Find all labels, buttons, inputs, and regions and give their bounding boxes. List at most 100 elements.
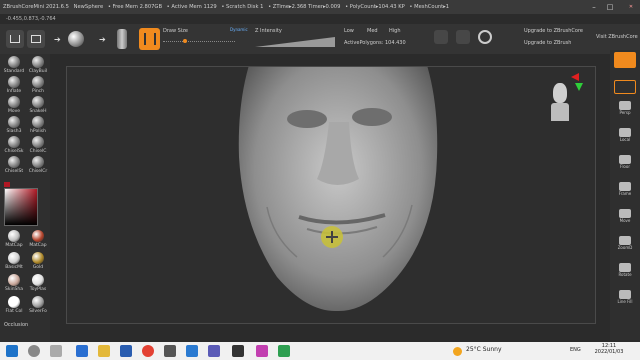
accent-tool-button[interactable]	[614, 52, 636, 68]
edge-icon[interactable]	[76, 345, 88, 357]
material-flatcolor[interactable]: Flat Col	[3, 296, 25, 320]
material-sphere-icon	[8, 230, 20, 242]
upgrade-core-link[interactable]: Upgrade to ZBrushCore	[524, 28, 583, 34]
language-indicator[interactable]: ENG	[570, 347, 581, 353]
persp-button[interactable]: Persp	[615, 100, 635, 122]
shelf-icon	[619, 128, 631, 137]
app-icon-2[interactable]	[278, 345, 290, 357]
rotate-button[interactable]: Rotate	[615, 262, 635, 284]
chrome-icon[interactable]	[142, 345, 154, 357]
brush-chisel-cr[interactable]: ChiselCr	[27, 156, 49, 180]
material-sphere-icon	[8, 252, 20, 264]
brush-label: ChiselC	[29, 149, 47, 154]
camera-icon[interactable]	[478, 30, 492, 44]
med-button[interactable]: Med	[367, 28, 378, 34]
material-silverfoil[interactable]: SilverFo	[27, 296, 49, 320]
document-button[interactable]	[456, 30, 470, 44]
nav-gizmo[interactable]	[545, 69, 583, 127]
home-button[interactable]	[6, 30, 24, 48]
z-intensity-slider[interactable]	[255, 37, 335, 47]
material-label: ToyPlas	[29, 287, 47, 292]
shelf-icon	[619, 236, 631, 245]
file-explorer-icon[interactable]	[98, 345, 110, 357]
minimize-icon[interactable]: –	[587, 0, 601, 14]
teams-icon[interactable]	[208, 345, 220, 357]
zbrush-icon[interactable]	[232, 345, 244, 357]
material-basic[interactable]: BasicMt	[3, 252, 25, 276]
low-button[interactable]: Low	[344, 28, 354, 34]
material-toyplastic[interactable]: ToyPlas	[27, 274, 49, 298]
lightbox-button[interactable]	[27, 30, 45, 48]
brush-icon	[32, 76, 44, 88]
windows-taskbar: 25°C Sunny ENG 12:11 2022/01/03	[0, 342, 640, 360]
accent-tool-button-2[interactable]	[614, 80, 636, 94]
taskbar-date: 2022/01/03	[594, 349, 624, 355]
canvas-viewport[interactable]	[66, 53, 596, 324]
brush-icon	[8, 116, 20, 128]
brush-label: Pinch	[31, 89, 45, 94]
color-picker[interactable]	[4, 188, 38, 226]
left-eye	[287, 110, 327, 128]
draw-size-slider[interactable]	[163, 38, 235, 46]
material-gold[interactable]: Gold	[27, 252, 49, 276]
free-mem: • Free Mem 2.807GB	[107, 4, 163, 10]
project-name: NewSphere	[73, 4, 104, 10]
cylinder-icon[interactable]	[117, 29, 127, 49]
brush-label: ChiselSt	[4, 169, 24, 174]
material-skinshade[interactable]: SkinSha	[3, 274, 25, 298]
material-sphere-icon	[8, 274, 20, 286]
search-icon[interactable]	[28, 345, 40, 357]
brush-icon	[8, 136, 20, 148]
dynamic-label[interactable]: Dynamic	[230, 27, 248, 32]
arrow-right-icon[interactable]: ➔	[54, 35, 61, 44]
shelf-icon	[619, 290, 631, 299]
high-button[interactable]: High	[389, 28, 401, 34]
left-shelf: Standard ClayBuil Inflate Pinch Move SnakeH Sl…	[0, 54, 50, 342]
brush-label: Slash3	[6, 129, 22, 134]
windows-start-icon[interactable]	[6, 345, 18, 357]
visit-link[interactable]: Visit ZBrushCore	[596, 34, 638, 40]
material-label: BasicMt	[5, 265, 23, 270]
app-icon[interactable]	[164, 345, 176, 357]
draw-size-label: Draw Size	[163, 28, 188, 34]
material-label: MatCap	[29, 243, 47, 248]
close-icon[interactable]: ✕	[619, 0, 640, 14]
draw-size-handle[interactable]	[183, 39, 187, 43]
maximize-icon[interactable]: □	[603, 0, 617, 14]
symmetry-button[interactable]	[139, 28, 160, 50]
vscode-icon[interactable]	[186, 345, 198, 357]
brush-chisel-st[interactable]: ChiselSt	[3, 156, 25, 180]
app-title: ZBrushCoreMini 2021.6.5	[3, 4, 69, 10]
brush-icon	[8, 96, 20, 108]
local-button[interactable]: Local	[615, 127, 635, 149]
media-icon[interactable]	[256, 345, 268, 357]
upgrade-zbrush-link[interactable]: Upgrade to ZBrush	[524, 40, 571, 46]
brush-label: ClayBuil	[28, 69, 48, 74]
taskbar-clock[interactable]: 12:11 2022/01/03	[592, 343, 626, 355]
brush-label: Standard	[3, 69, 25, 74]
zoom-button[interactable]: ZoomD	[615, 235, 635, 257]
brush-icon	[32, 96, 44, 108]
screenshot-button[interactable]	[434, 30, 448, 44]
move-button[interactable]: Move	[615, 208, 635, 230]
scratch-disk: • Scratch Disk 1	[221, 4, 264, 10]
task-view-icon[interactable]	[50, 345, 62, 357]
x-axis-arrow[interactable]	[571, 73, 579, 81]
arrow-right-icon-2[interactable]: ➔	[99, 35, 106, 44]
mail-icon[interactable]	[120, 345, 132, 357]
y-axis-arrow[interactable]	[575, 83, 583, 91]
weather-text[interactable]: 25°C Sunny	[466, 346, 502, 353]
material-matcap[interactable]: MatCap	[3, 230, 25, 254]
brush-label: ChiselSk	[4, 149, 24, 154]
material-matcap-red[interactable]: MatCap	[27, 230, 49, 254]
shelf-label: Local	[619, 137, 631, 142]
linefill-button[interactable]: Line Fill	[615, 289, 635, 311]
floor-button[interactable]: Floor	[615, 154, 635, 176]
shelf-icon	[619, 209, 631, 218]
material-label: Gold	[32, 265, 44, 270]
color-swatch[interactable]	[4, 182, 10, 187]
sphere-icon[interactable]	[68, 31, 84, 47]
title-bar: ZBrushCoreMini 2021.6.5 NewSphere • Free…	[0, 0, 640, 14]
frame-button[interactable]: Frame	[615, 181, 635, 203]
shelf-label: Frame	[618, 191, 632, 196]
